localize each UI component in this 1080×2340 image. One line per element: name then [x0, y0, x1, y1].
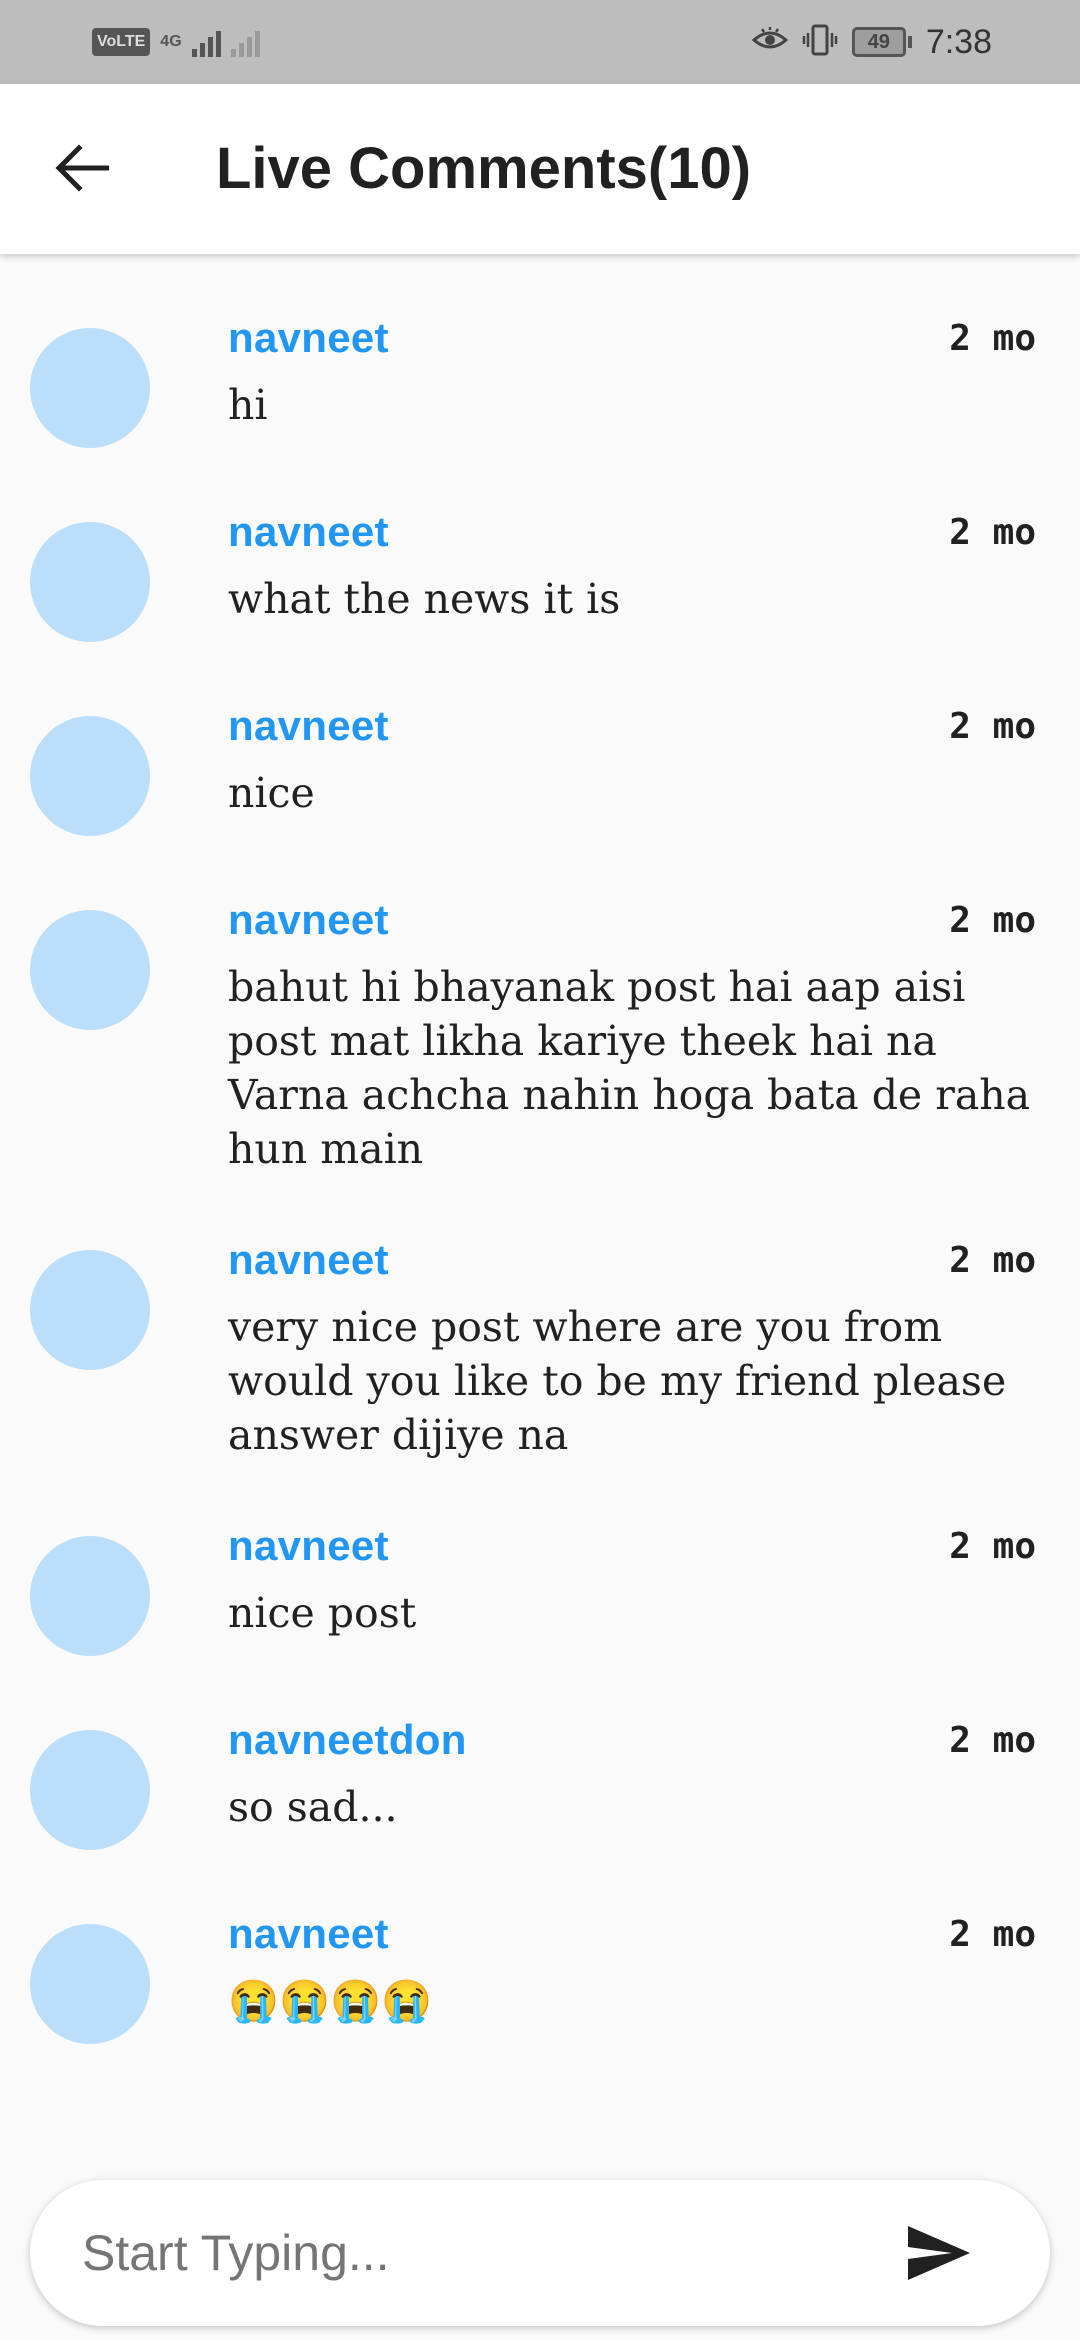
- comment-content: navneet 2 mo hi: [228, 312, 1048, 448]
- comment-item: navneet 2 mo what the news it is: [0, 448, 1080, 642]
- comment-username[interactable]: navneet: [228, 1236, 389, 1284]
- comment-content: navneet 2 mo nice: [228, 700, 1048, 836]
- comment-item: navneet 2 mo hi: [0, 254, 1080, 448]
- volte-indicator: VoLTE: [92, 28, 151, 56]
- status-left: VoLTE 4G: [92, 24, 260, 60]
- comment-username[interactable]: navneet: [228, 508, 389, 556]
- comment-meta: navneet 2 mo: [228, 1234, 1048, 1286]
- comment-text: nice post: [228, 1589, 417, 1637]
- comment-username[interactable]: navneet: [228, 314, 389, 362]
- avatar[interactable]: [30, 1730, 150, 1850]
- comment-text: very nice post where are you from would …: [228, 1303, 1007, 1459]
- send-button[interactable]: [904, 2220, 974, 2286]
- comment-item: navneet 2 mo bahut hi bhayanak post hai …: [0, 836, 1080, 1176]
- comment-time: 2 mo: [949, 1719, 1036, 1761]
- status-bar: VoLTE 4G 49 7:38: [0, 0, 1080, 84]
- comment-text: hi: [228, 381, 268, 429]
- comment-meta: navneet 2 mo: [228, 894, 1048, 946]
- comment-text: bahut hi bhayanak post hai aap aisi post…: [228, 963, 1031, 1173]
- avatar[interactable]: [30, 1536, 150, 1656]
- comment-text: 😭😭😭😭: [228, 1977, 433, 2025]
- comment-meta: navneet 2 mo: [228, 1520, 1048, 1572]
- comment-username[interactable]: navneet: [228, 896, 389, 944]
- comment-content: navneet 2 mo very nice post where are yo…: [228, 1234, 1048, 1462]
- send-icon: [908, 2226, 970, 2280]
- battery-level: 49: [851, 27, 906, 57]
- avatar[interactable]: [30, 910, 150, 1030]
- comment-input[interactable]: [82, 2220, 882, 2286]
- comment-time: 2 mo: [949, 1525, 1036, 1567]
- comment-item: navneet 2 mo very nice post where are yo…: [0, 1176, 1080, 1462]
- comment-time: 2 mo: [949, 1913, 1036, 1955]
- comment-meta: navneet 2 mo: [228, 506, 1048, 558]
- comment-item: navneet 2 mo nice: [0, 642, 1080, 836]
- signal-secondary-icon: [230, 27, 260, 57]
- comment-content: navneet 2 mo nice post: [228, 1520, 1048, 1656]
- network-type: 4G: [160, 33, 182, 50]
- comment-time: 2 mo: [949, 705, 1036, 747]
- avatar[interactable]: [30, 1250, 150, 1370]
- status-right: 49 7:38: [751, 20, 992, 64]
- page-title: Live Comments(10): [216, 136, 752, 201]
- eye-comfort-icon: [751, 26, 789, 59]
- comment-input-bar: [30, 2180, 1050, 2326]
- vibrate-icon: [802, 23, 838, 62]
- signal-icon: [191, 27, 221, 57]
- comment-text: so sad...: [228, 1783, 398, 1831]
- comment-item: navneet 2 mo nice post: [0, 1462, 1080, 1656]
- comment-text: nice: [228, 769, 315, 817]
- avatar[interactable]: [30, 716, 150, 836]
- comment-content: navneet 2 mo bahut hi bhayanak post hai …: [228, 894, 1048, 1176]
- comment-meta: navneetdon 2 mo: [228, 1714, 1048, 1766]
- back-button[interactable]: [46, 132, 118, 204]
- battery-icon: 49: [851, 27, 912, 57]
- avatar[interactable]: [30, 522, 150, 642]
- comment-content: navneetdon 2 mo so sad...: [228, 1714, 1048, 1850]
- clock: 7:38: [925, 22, 992, 61]
- comment-time: 2 mo: [949, 899, 1036, 941]
- comment-username[interactable]: navneetdon: [228, 1716, 467, 1764]
- comment-time: 2 mo: [949, 1239, 1036, 1281]
- comment-meta: navneet 2 mo: [228, 700, 1048, 752]
- comment-item: navneet 2 mo 😭😭😭😭: [0, 1850, 1080, 2044]
- comment-time: 2 mo: [949, 511, 1036, 553]
- comment-username[interactable]: navneet: [228, 702, 389, 750]
- app-bar: Live Comments(10): [0, 84, 1080, 254]
- comment-content: navneet 2 mo what the news it is: [228, 506, 1048, 642]
- arrow-left-icon: [55, 144, 109, 192]
- comment-username[interactable]: navneet: [228, 1910, 389, 1958]
- comment-username[interactable]: navneet: [228, 1522, 389, 1570]
- comment-content: navneet 2 mo 😭😭😭😭: [228, 1908, 1048, 2044]
- comment-list[interactable]: navneet 2 mo hi navneet 2 mo what the ne…: [0, 254, 1080, 2044]
- comment-time: 2 mo: [949, 317, 1036, 359]
- avatar[interactable]: [30, 1924, 150, 2044]
- comment-text: what the news it is: [228, 575, 621, 623]
- comment-item: navneetdon 2 mo so sad...: [0, 1656, 1080, 1850]
- comment-meta: navneet 2 mo: [228, 1908, 1048, 1960]
- avatar[interactable]: [30, 328, 150, 448]
- comment-meta: navneet 2 mo: [228, 312, 1048, 364]
